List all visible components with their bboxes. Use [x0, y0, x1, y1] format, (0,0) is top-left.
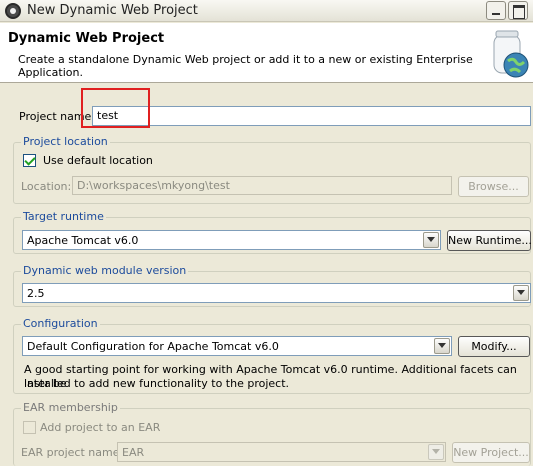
module-version-selected: 2.5	[27, 287, 45, 300]
module-version-combo[interactable]: 2.5	[22, 283, 531, 303]
chevron-down-icon[interactable]	[428, 444, 444, 460]
use-default-location-checkbox[interactable]	[23, 154, 36, 167]
project-location-legend: Project location	[21, 135, 110, 148]
chevron-down-icon[interactable]	[434, 338, 450, 354]
web-project-jar-icon	[493, 30, 529, 78]
add-to-ear-checkbox[interactable]	[23, 421, 36, 434]
maximize-button[interactable]	[508, 1, 528, 20]
ear-project-name-combo[interactable]: EAR	[117, 442, 446, 462]
use-default-location-label: Use default location	[43, 154, 153, 167]
eclipse-app-icon	[5, 3, 21, 19]
location-input[interactable]: D:\workspaces\mkyong\test	[72, 176, 452, 195]
configuration-combo[interactable]: Default Configuration for Apache Tomcat …	[22, 336, 452, 356]
ear-membership-legend: EAR membership	[21, 401, 120, 414]
new-ear-project-button[interactable]: New Project...	[452, 442, 530, 463]
project-name-input[interactable]: test	[92, 106, 531, 126]
chevron-down-icon[interactable]	[423, 232, 439, 248]
highlight-annotation	[81, 88, 150, 128]
wizard-title: Dynamic Web Project	[8, 31, 165, 46]
modify-button[interactable]: Modify...	[458, 336, 530, 357]
target-runtime-legend: Target runtime	[21, 210, 106, 223]
ear-project-name-label: EAR project name:	[21, 446, 124, 459]
minimize-button[interactable]	[486, 1, 506, 20]
target-runtime-combo[interactable]: Apache Tomcat v6.0	[22, 230, 441, 250]
window-title: New Dynamic Web Project	[27, 3, 198, 18]
module-version-legend: Dynamic web module version	[21, 264, 189, 277]
configuration-selected: Default Configuration for Apache Tomcat …	[27, 340, 279, 353]
ear-project-name-selected: EAR	[122, 446, 145, 459]
new-runtime-button[interactable]: New Runtime...	[447, 230, 532, 251]
configuration-legend: Configuration	[21, 317, 100, 330]
target-runtime-selected: Apache Tomcat v6.0	[27, 234, 139, 247]
wizard-description: Create a standalone Dynamic Web project …	[18, 53, 473, 79]
browse-button[interactable]: Browse...	[458, 176, 529, 197]
location-label: Location:	[21, 180, 72, 193]
add-to-ear-label: Add project to an EAR	[40, 421, 161, 434]
configuration-note-line-2: installed to add new functionality to th…	[24, 377, 290, 390]
chevron-down-icon[interactable]	[513, 285, 529, 301]
